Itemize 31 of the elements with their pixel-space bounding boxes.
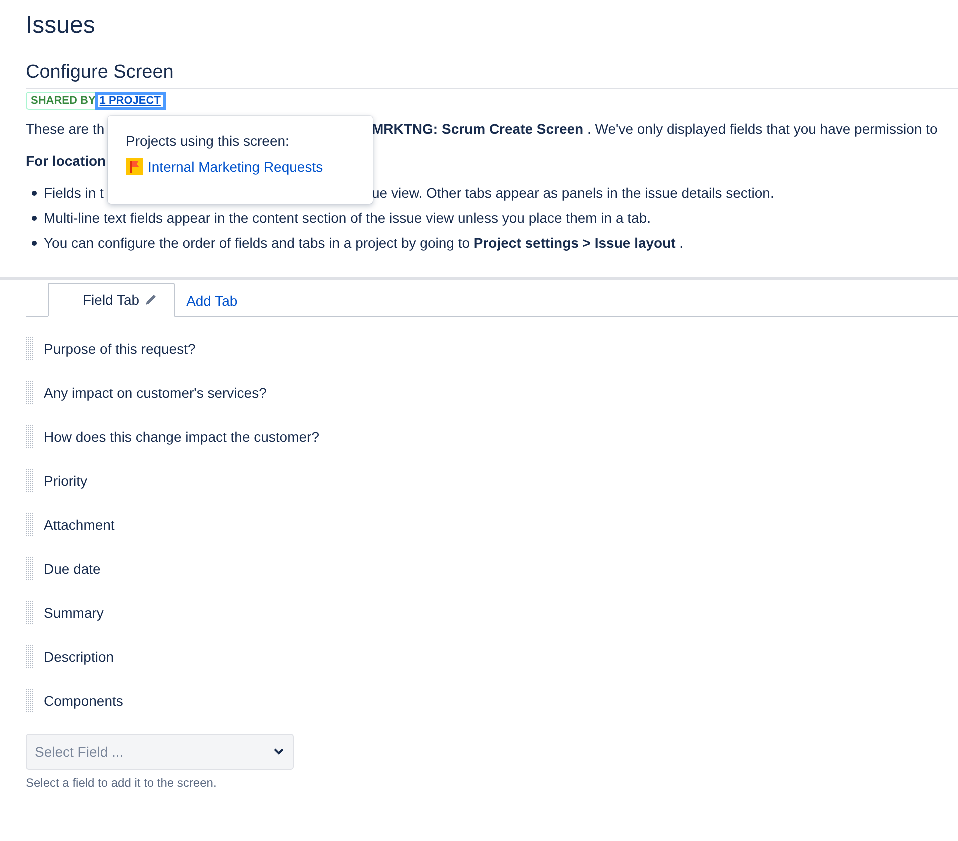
field-name: Purpose of this request? — [44, 341, 196, 357]
field-name: Due date — [44, 561, 101, 577]
flag-icon — [126, 158, 143, 175]
chevron-down-icon — [273, 748, 285, 756]
field-name: Description — [44, 649, 114, 665]
field-name: Any impact on customer's services? — [44, 385, 267, 401]
intro-text: Fields in t — [44, 184, 104, 203]
intro-text: Multi-line text fields appear in the content section of the issue view unless you place them in a tab. — [44, 210, 652, 226]
field-name: How does this change impact the customer? — [44, 429, 320, 445]
page-title: Issues — [26, 11, 96, 41]
bullet-icon — [32, 241, 37, 246]
pencil-icon[interactable] — [144, 293, 158, 307]
popover-title: Projects using this screen: — [126, 133, 290, 149]
projects-link[interactable]: 1 PROJECT — [98, 95, 163, 107]
project-link[interactable]: Internal Marketing Requests — [148, 158, 324, 174]
field-name: Components — [44, 693, 124, 709]
field-tab[interactable]: Field Tab — [48, 283, 175, 317]
field-name: Priority — [44, 473, 88, 489]
intro-text: You can configure the order of fields and tabs in a project by going to Project settings > Issue layout . — [44, 235, 684, 251]
add-tab-link[interactable]: Add Tab — [174, 286, 250, 316]
field-name: Summary — [44, 605, 104, 621]
intro-text: ue view. Other tabs appear as panels in the issue details section. — [372, 184, 774, 203]
note-heading: For location — [26, 152, 106, 171]
section-title: Configure Screen — [26, 60, 958, 89]
select-hint: Select a field to add it to the screen. — [26, 776, 218, 790]
intro-text: MRKTNG: Scrum Create Screen . We've only displayed fields that you have permission to — [372, 120, 938, 139]
field-name: Attachment — [44, 517, 115, 533]
bullet-icon — [32, 191, 37, 196]
lozenge-label: SHARED BY — [31, 95, 96, 107]
intro-text: These are th — [26, 120, 105, 139]
bullet-icon — [32, 216, 37, 221]
